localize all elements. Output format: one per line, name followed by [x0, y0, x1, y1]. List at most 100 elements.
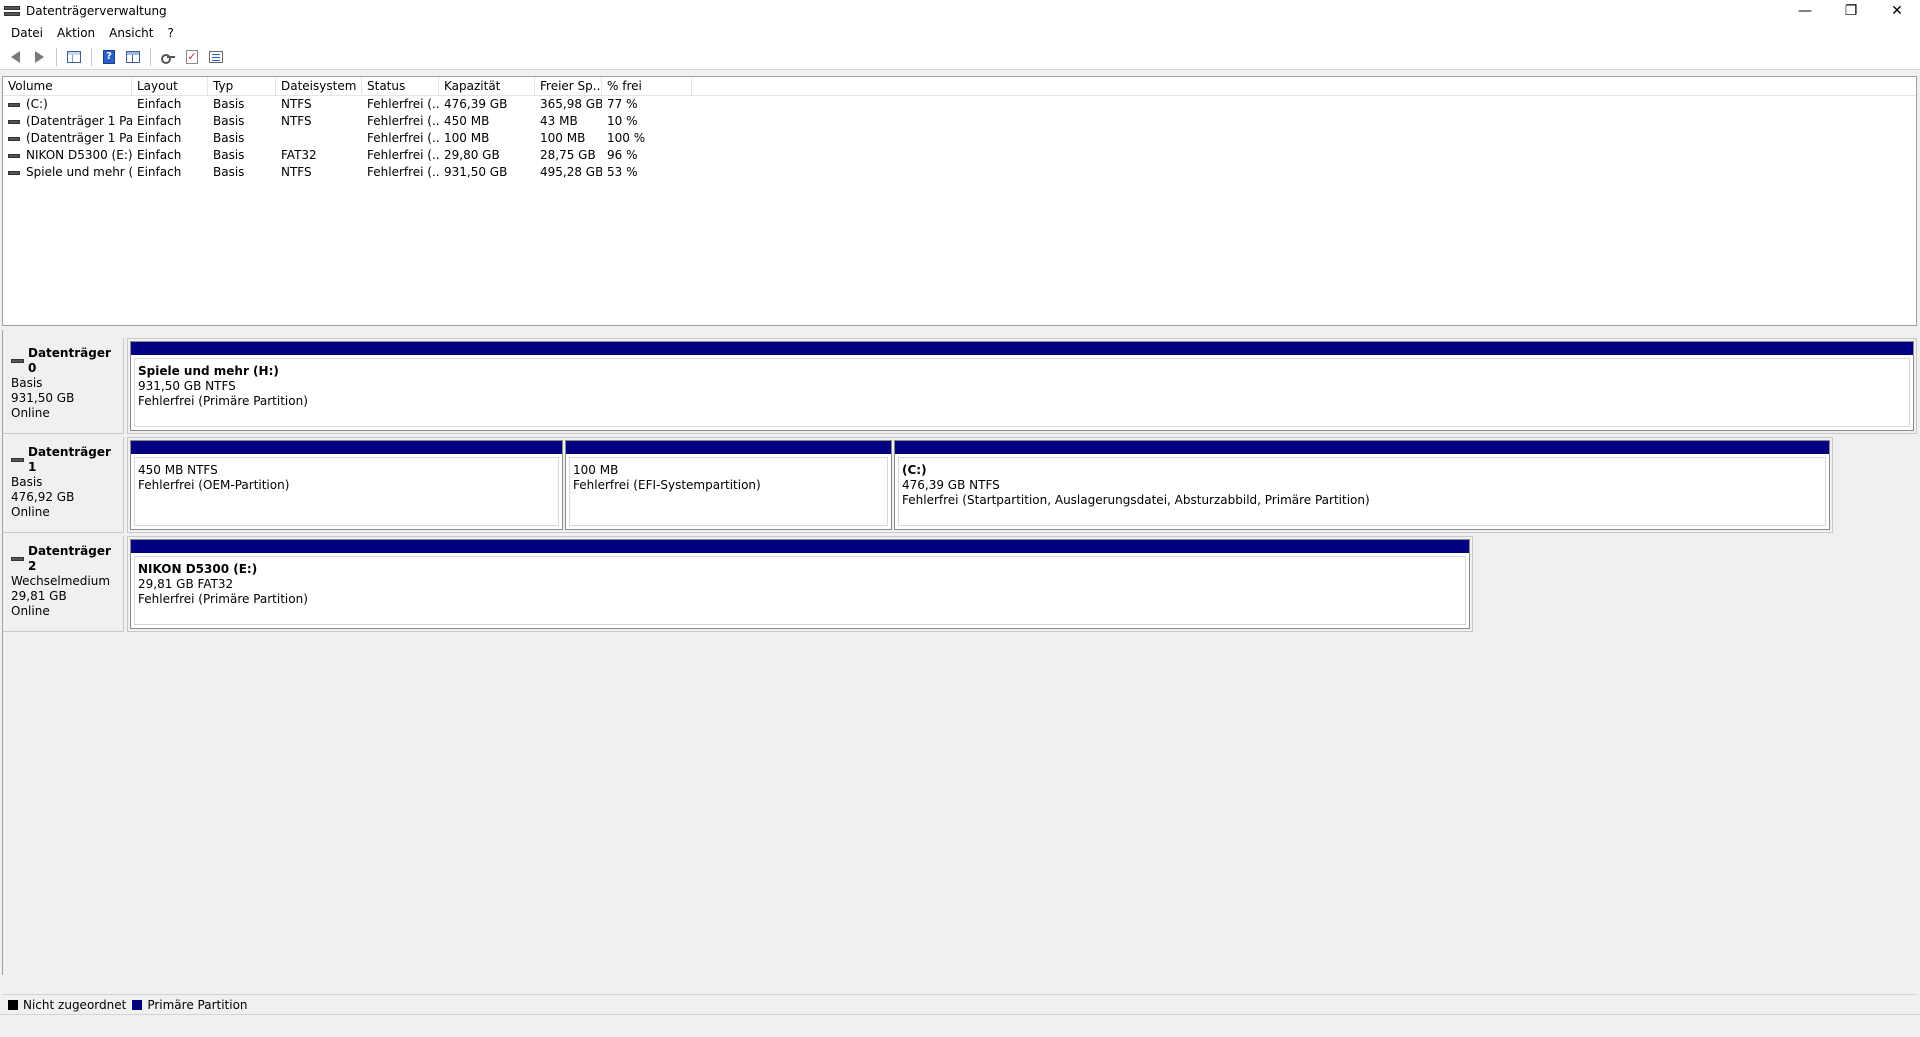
typ-cell: Basis — [213, 148, 245, 162]
close-button[interactable]: ✕ — [1874, 0, 1920, 22]
volume-icon — [8, 153, 20, 158]
disk-partitions: Spiele und mehr (H:) 931,50 GB NTFS Fehl… — [127, 338, 1917, 434]
disk-info[interactable]: Datenträger 0 Basis 931,50 GB Online — [3, 338, 124, 434]
menu-aktion[interactable]: Aktion — [50, 26, 102, 40]
table-row[interactable]: (Datenträger 1 Par... Einfach Basis Fehl… — [3, 130, 1916, 147]
status-bar — [0, 1014, 1920, 1037]
partition-block[interactable]: (C:) 476,39 GB NTFS Fehlerfrei (Startpar… — [894, 440, 1830, 530]
disk-state: Online — [11, 505, 50, 519]
menu-datei[interactable]: Datei — [4, 26, 50, 40]
freier-speicher-cell: 28,75 GB — [540, 148, 596, 162]
partition-size: 450 MB NTFS — [138, 463, 218, 477]
partition-status: Fehlerfrei (EFI-Systempartition) — [573, 478, 761, 492]
status-cell: Fehlerfrei (... — [367, 97, 439, 111]
freier-speicher-cell: 43 MB — [540, 114, 578, 128]
check-button[interactable]: ✓ — [181, 46, 203, 68]
console-tree-button[interactable] — [63, 46, 85, 68]
help-button[interactable]: ? — [98, 46, 120, 68]
partition-name: NIKON D5300 (E:) — [138, 562, 258, 576]
dateisystem-cell — [276, 130, 362, 147]
layout-cell: Einfach — [137, 148, 182, 162]
partition-block[interactable]: NIKON D5300 (E:) 29,81 GB FAT32 Fehlerfr… — [130, 539, 1470, 629]
disk-type: Basis — [11, 376, 43, 390]
column-header-dateisystem[interactable]: Dateisystem — [276, 77, 362, 96]
disk-type: Basis — [11, 475, 43, 489]
disk-size: 476,92 GB — [11, 490, 75, 504]
rescan-button[interactable] — [157, 46, 179, 68]
primary-partition-bar — [131, 342, 1913, 355]
disk-info[interactable]: Datenträger 2 Wechselmedium 29,81 GB Onl… — [3, 536, 124, 632]
status-cell: Fehlerfrei (... — [367, 165, 439, 179]
rescan-icon — [161, 52, 175, 64]
table-row[interactable]: NIKON D5300 (E:) Einfach Basis FAT32 Feh… — [3, 147, 1916, 164]
layout-cell: Einfach — [137, 114, 182, 128]
disk-size: 931,50 GB — [11, 391, 75, 405]
partition-size: 476,39 GB NTFS — [902, 478, 1000, 492]
menu-help[interactable]: ? — [160, 26, 180, 40]
status-cell: Fehlerfrei (... — [367, 114, 439, 128]
disk-state: Online — [11, 406, 50, 420]
column-header-freier-speicher[interactable]: Freier Sp... — [535, 77, 602, 96]
forward-icon — [34, 50, 44, 63]
legend-item: Primäre Partition — [132, 998, 248, 1012]
partition-status: Fehlerfrei (Primäre Partition) — [138, 394, 308, 408]
partition-status: Fehlerfrei (OEM-Partition) — [138, 478, 290, 492]
volume-icon — [8, 170, 20, 175]
primary-partition-bar — [131, 441, 562, 454]
prozent-frei-cell: 77 % — [607, 97, 638, 111]
column-header-status[interactable]: Status — [362, 77, 439, 96]
minimize-button[interactable]: — — [1782, 0, 1828, 22]
dateisystem-cell: FAT32 — [281, 148, 317, 162]
freier-speicher-cell: 100 MB — [540, 131, 586, 145]
disk-icon — [11, 557, 24, 561]
legend-swatch-unallocated — [8, 999, 18, 1010]
back-button[interactable] — [4, 46, 26, 68]
disk-state: Online — [11, 604, 50, 618]
column-header-layout[interactable]: Layout — [132, 77, 208, 96]
column-header-prozent-frei[interactable]: % frei — [602, 77, 692, 96]
disk-type: Wechselmedium — [11, 574, 111, 588]
disk-row: Datenträger 2 Wechselmedium 29,81 GB Onl… — [3, 536, 1918, 632]
table-row[interactable]: (C:) Einfach Basis NTFS Fehlerfrei (... … — [3, 96, 1916, 113]
disk-row: Datenträger 1 Basis 476,92 GB Online 450… — [3, 437, 1918, 533]
table-row[interactable]: Spiele und mehr (... Einfach Basis NTFS … — [3, 164, 1916, 181]
disk-name: Datenträger 0 — [28, 346, 111, 375]
partition-size: 100 MB — [573, 463, 619, 477]
partition-block[interactable]: 450 MB NTFS Fehlerfrei (OEM-Partition) — [130, 440, 563, 530]
disk-map: Datenträger 0 Basis 931,50 GB Online Spi… — [2, 330, 1917, 975]
window-title: Datenträgerverwaltung — [26, 4, 167, 18]
typ-cell: Basis — [213, 165, 245, 179]
restore-button[interactable]: ❐ — [1828, 0, 1874, 22]
column-header-kapazitaet[interactable]: Kapazität — [439, 77, 535, 96]
partition-block[interactable]: 100 MB Fehlerfrei (EFI-Systempartition) — [565, 440, 892, 530]
properties-icon — [209, 50, 223, 63]
menu-ansicht[interactable]: Ansicht — [102, 26, 160, 40]
table-row[interactable]: (Datenträger 1 Par... Einfach Basis NTFS… — [3, 113, 1916, 130]
primary-partition-bar — [895, 441, 1829, 454]
disk-info[interactable]: Datenträger 1 Basis 476,92 GB Online — [3, 437, 124, 533]
console-tree-icon — [67, 50, 81, 63]
freier-speicher-cell: 365,98 GB — [540, 97, 602, 111]
column-header-typ[interactable]: Typ — [208, 77, 276, 96]
show-pane-button[interactable] — [122, 46, 144, 68]
properties-button[interactable] — [205, 46, 227, 68]
typ-cell: Basis — [213, 97, 245, 111]
prozent-frei-cell: 53 % — [607, 165, 638, 179]
show-pane-icon — [126, 50, 140, 63]
primary-partition-bar — [566, 441, 891, 454]
volume-icon — [8, 102, 20, 107]
forward-button[interactable] — [28, 46, 50, 68]
volume-icon — [8, 136, 20, 141]
volume-cell: (C:) — [26, 97, 48, 111]
layout-cell: Einfach — [137, 131, 182, 145]
legend-item: Nicht zugeordnet — [8, 998, 126, 1012]
kapazitaet-cell: 476,39 GB — [444, 97, 508, 111]
legend-swatch-primary — [132, 999, 143, 1010]
partition-block[interactable]: Spiele und mehr (H:) 931,50 GB NTFS Fehl… — [130, 341, 1914, 431]
volume-cell: Spiele und mehr (... — [26, 165, 132, 179]
typ-cell: Basis — [213, 114, 245, 128]
prozent-frei-cell: 100 % — [607, 131, 646, 145]
disk-name: Datenträger 2 — [28, 544, 111, 573]
volume-cell: NIKON D5300 (E:) — [26, 148, 132, 162]
column-header-volume[interactable]: Volume — [3, 77, 132, 96]
